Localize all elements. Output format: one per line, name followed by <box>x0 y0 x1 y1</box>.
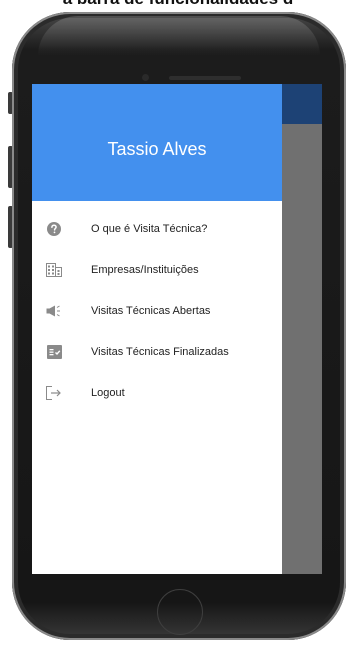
earpiece-speaker <box>169 76 241 80</box>
caption-text: a barra de funcionalidades d <box>0 0 356 10</box>
menu-item-label: O que é Visita Técnica? <box>91 223 208 235</box>
menu-item-label: Empresas/Instituições <box>91 264 199 276</box>
drawer-scrim[interactable] <box>282 124 322 574</box>
menu-item-logout[interactable]: Logout <box>32 375 282 411</box>
menu-item-label: Visitas Técnicas Finalizadas <box>91 346 229 358</box>
menu-item-what-is-technical-visit[interactable]: O que é Visita Técnica? <box>32 211 282 247</box>
logout-icon <box>46 385 62 401</box>
home-button[interactable] <box>157 589 203 635</box>
menu-item-companies[interactable]: Empresas/Instituições <box>32 252 282 288</box>
menu-item-finished-visits[interactable]: Visitas Técnicas Finalizadas <box>32 334 282 370</box>
menu-item-open-visits[interactable]: Visitas Técnicas Abertas <box>32 293 282 329</box>
drawer-header: Tassio Alves <box>32 84 282 201</box>
help-circle-icon <box>46 221 62 237</box>
phone-highlight <box>38 16 320 56</box>
front-camera <box>142 74 149 81</box>
device-screen: Tassio Alves O que é Visita Técnica? Emp… <box>32 84 322 574</box>
app-bar <box>282 84 322 124</box>
checklist-icon <box>46 344 62 360</box>
user-name: Tassio Alves <box>107 139 207 159</box>
building-icon <box>46 262 62 278</box>
navigation-drawer: Tassio Alves O que é Visita Técnica? Emp… <box>32 84 282 574</box>
page: a barra de funcionalidades d Tassio Alve… <box>0 0 356 646</box>
menu-item-label: Logout <box>91 387 125 399</box>
menu-item-label: Visitas Técnicas Abertas <box>91 305 211 317</box>
megaphone-icon <box>46 303 62 319</box>
